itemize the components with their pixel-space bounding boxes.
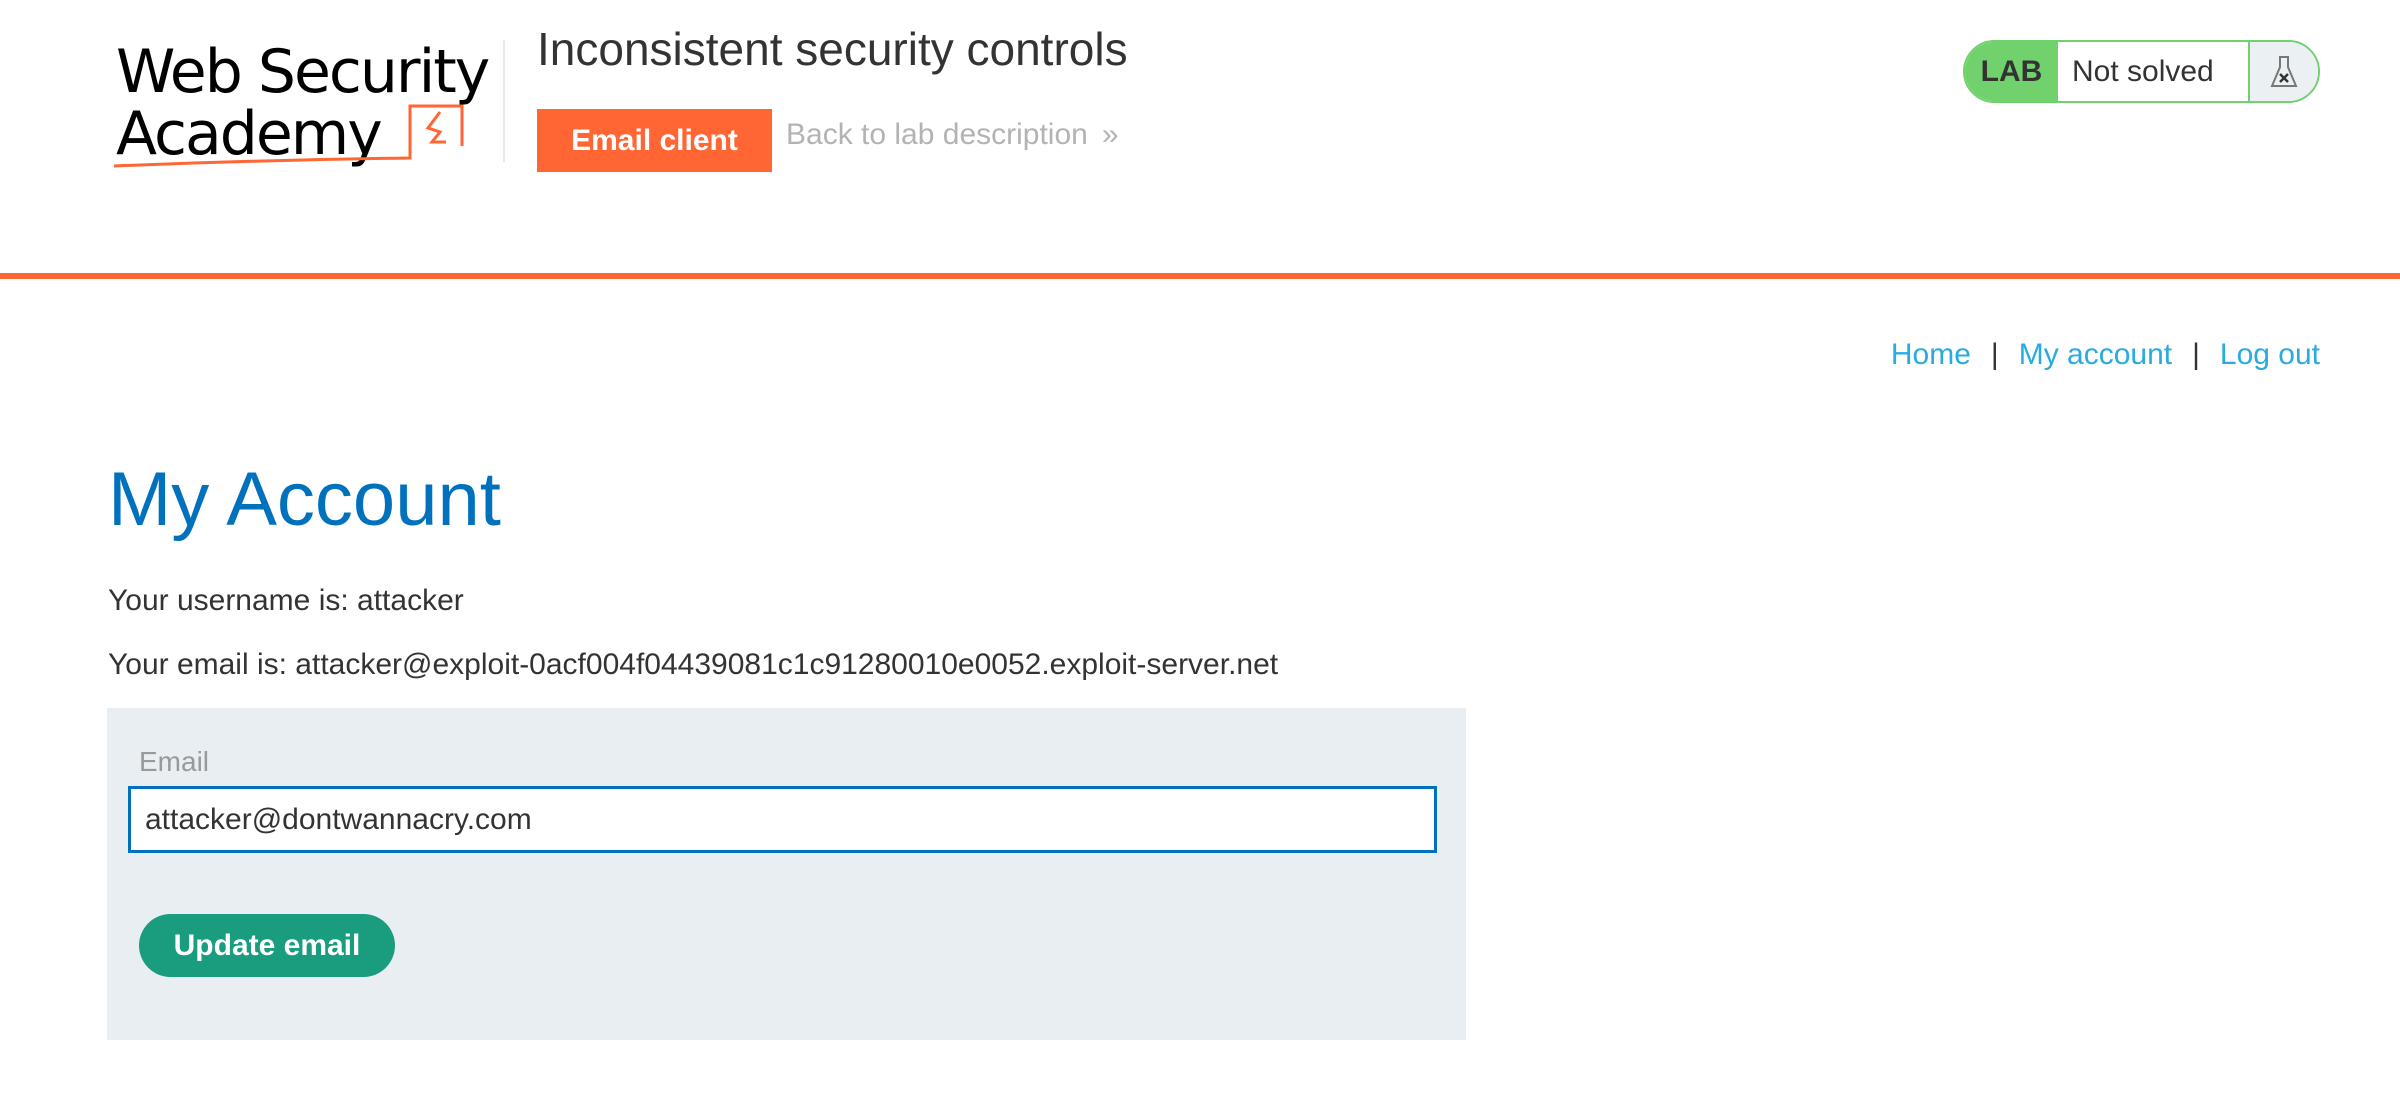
update-email-button[interactable]: Update email [139, 914, 395, 977]
logo-text-line1: Web Security [116, 37, 489, 107]
nav-log-out-link[interactable]: Log out [2220, 338, 2320, 372]
logo-divider [503, 40, 505, 162]
nav-separator: | [1990, 338, 1999, 371]
lab-tag: LAB [1965, 42, 2058, 101]
back-to-lab-description-link[interactable]: Back to lab description » [786, 118, 1119, 152]
username-info: Your username is: attacker [108, 584, 464, 617]
email-field-label: Email [139, 746, 210, 777]
logo-box [408, 104, 464, 146]
logo-graphic: Web Security Academy [113, 37, 491, 169]
email-info: Your email is: attacker@exploit-0acf004f… [108, 648, 1279, 681]
nav-separator: | [2192, 338, 2200, 371]
lab-status-badge: LAB Not solved [1963, 40, 2320, 103]
lab-title: Inconsistent security controls [537, 23, 1128, 75]
lab-header: Web Security Academy Inconsistent securi… [0, 0, 2400, 273]
email-input[interactable] [128, 786, 1437, 853]
flask-x-icon [2250, 42, 2318, 101]
lab-status-text: Not solved [2058, 42, 2250, 101]
back-link-label: Back to lab description [786, 118, 1088, 151]
web-security-academy-logo[interactable]: Web Security Academy [110, 36, 500, 176]
top-navigation: Home | My account | Log out [1891, 338, 2320, 372]
double-chevron-right-icon: » [1101, 118, 1119, 151]
page-title: My Account [108, 457, 501, 542]
email-client-button[interactable]: Email client [537, 109, 772, 172]
change-email-form: Email Update email [107, 708, 1466, 1040]
logo-bolt-icon [425, 111, 446, 144]
nav-my-account-link[interactable]: My account [2019, 338, 2172, 372]
header-divider [0, 273, 2400, 279]
nav-home-link[interactable]: Home [1891, 338, 1971, 372]
